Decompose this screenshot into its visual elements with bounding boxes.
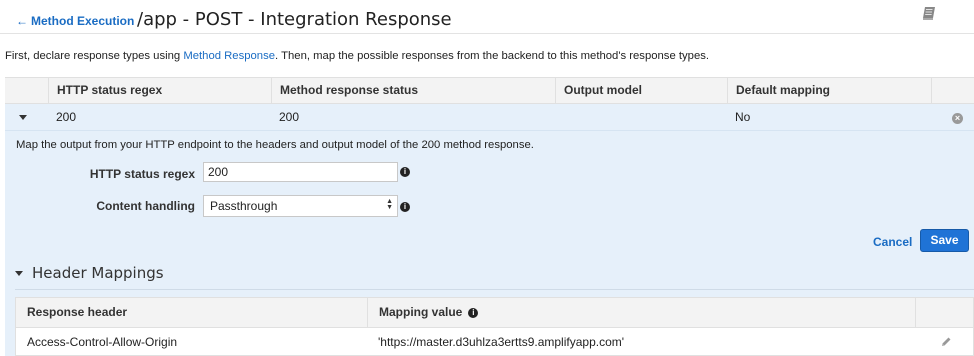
intro-suffix: . Then, map the possible responses from …: [275, 50, 710, 62]
response-detail-panel: Map the output from your HTTP endpoint t…: [5, 131, 974, 356]
method-response-link[interactable]: Method Response: [183, 50, 275, 62]
edit-column-header: [915, 298, 973, 327]
mapping-response-header: Access-Control-Allow-Origin: [27, 335, 178, 349]
mapping-value: 'https://master.d3uhlza3ertts9.amplifyap…: [378, 335, 625, 349]
page-header: ← Method Execution /app - POST - Integra…: [0, 0, 974, 34]
pencil-icon[interactable]: [940, 336, 952, 348]
row-remove-cell: ×: [931, 104, 974, 130]
book-icon[interactable]: [922, 6, 936, 21]
save-button[interactable]: Save: [920, 229, 969, 252]
caret-down-icon: [15, 270, 23, 276]
col-response-header: Response header: [27, 305, 128, 319]
cancel-button[interactable]: Cancel: [873, 235, 912, 249]
table-row[interactable]: 200 200 No ×: [5, 104, 974, 131]
regex-label: HTTP status regex: [89, 167, 195, 181]
arrow-left-icon: ←: [16, 14, 28, 28]
col-default-mapping: Default mapping: [727, 78, 931, 103]
mapping-edit-cell: [915, 328, 973, 355]
row-output-model: [555, 104, 727, 130]
info-icon[interactable]: i: [400, 167, 410, 177]
header-mappings-toggle[interactable]: Header Mappings: [15, 264, 164, 282]
col-http-status-regex: HTTP status regex: [48, 78, 271, 103]
header-mappings-table: Response header Mapping value i Access-C…: [15, 297, 974, 356]
table-row[interactable]: Access-Control-Allow-Origin 'https://mas…: [15, 328, 974, 356]
header-mappings-table-header: Response header Mapping value i: [15, 297, 974, 328]
remove-circle-icon[interactable]: ×: [952, 113, 963, 124]
content-handling-select[interactable]: Passthrough ▲ ▼: [203, 195, 398, 217]
info-icon[interactable]: i: [400, 202, 410, 212]
intro-prefix: First, declare response types using: [5, 50, 184, 62]
intro-text: First, declare response types using Meth…: [5, 50, 709, 62]
header-mappings-title: Header Mappings: [32, 264, 164, 282]
row-expand-toggle[interactable]: [5, 104, 48, 130]
row-default-mapping: No: [735, 110, 751, 124]
back-to-method-execution-link[interactable]: ← Method Execution: [16, 14, 134, 28]
col-output-model: Output model: [555, 78, 727, 103]
col-mapping-value: Mapping value i: [367, 298, 915, 327]
panel-description: Map the output from your HTTP endpoint t…: [16, 139, 534, 151]
col-mapping-value-label: Mapping value: [379, 305, 463, 319]
col-method-response-status: Method response status: [271, 78, 555, 103]
section-divider: [15, 289, 974, 290]
integration-responses-table: HTTP status regex Method response status…: [5, 77, 974, 131]
row-method-response-status: 200: [279, 110, 300, 124]
select-arrows-icon: ▲ ▼: [386, 198, 393, 211]
table-header: HTTP status regex Method response status…: [5, 77, 974, 104]
content-handling-value: Passthrough: [210, 199, 278, 213]
back-link-label: Method Execution: [31, 14, 135, 28]
http-status-regex-input[interactable]: 200: [203, 162, 398, 182]
caret-down-icon: [19, 115, 27, 121]
remove-column-header: [931, 78, 974, 103]
expand-column-header: [5, 78, 48, 103]
page-title: /app - POST - Integration Response: [137, 9, 452, 30]
content-handling-label: Content handling: [96, 199, 195, 213]
row-status-regex: 200: [56, 110, 77, 124]
info-icon[interactable]: i: [468, 307, 479, 318]
